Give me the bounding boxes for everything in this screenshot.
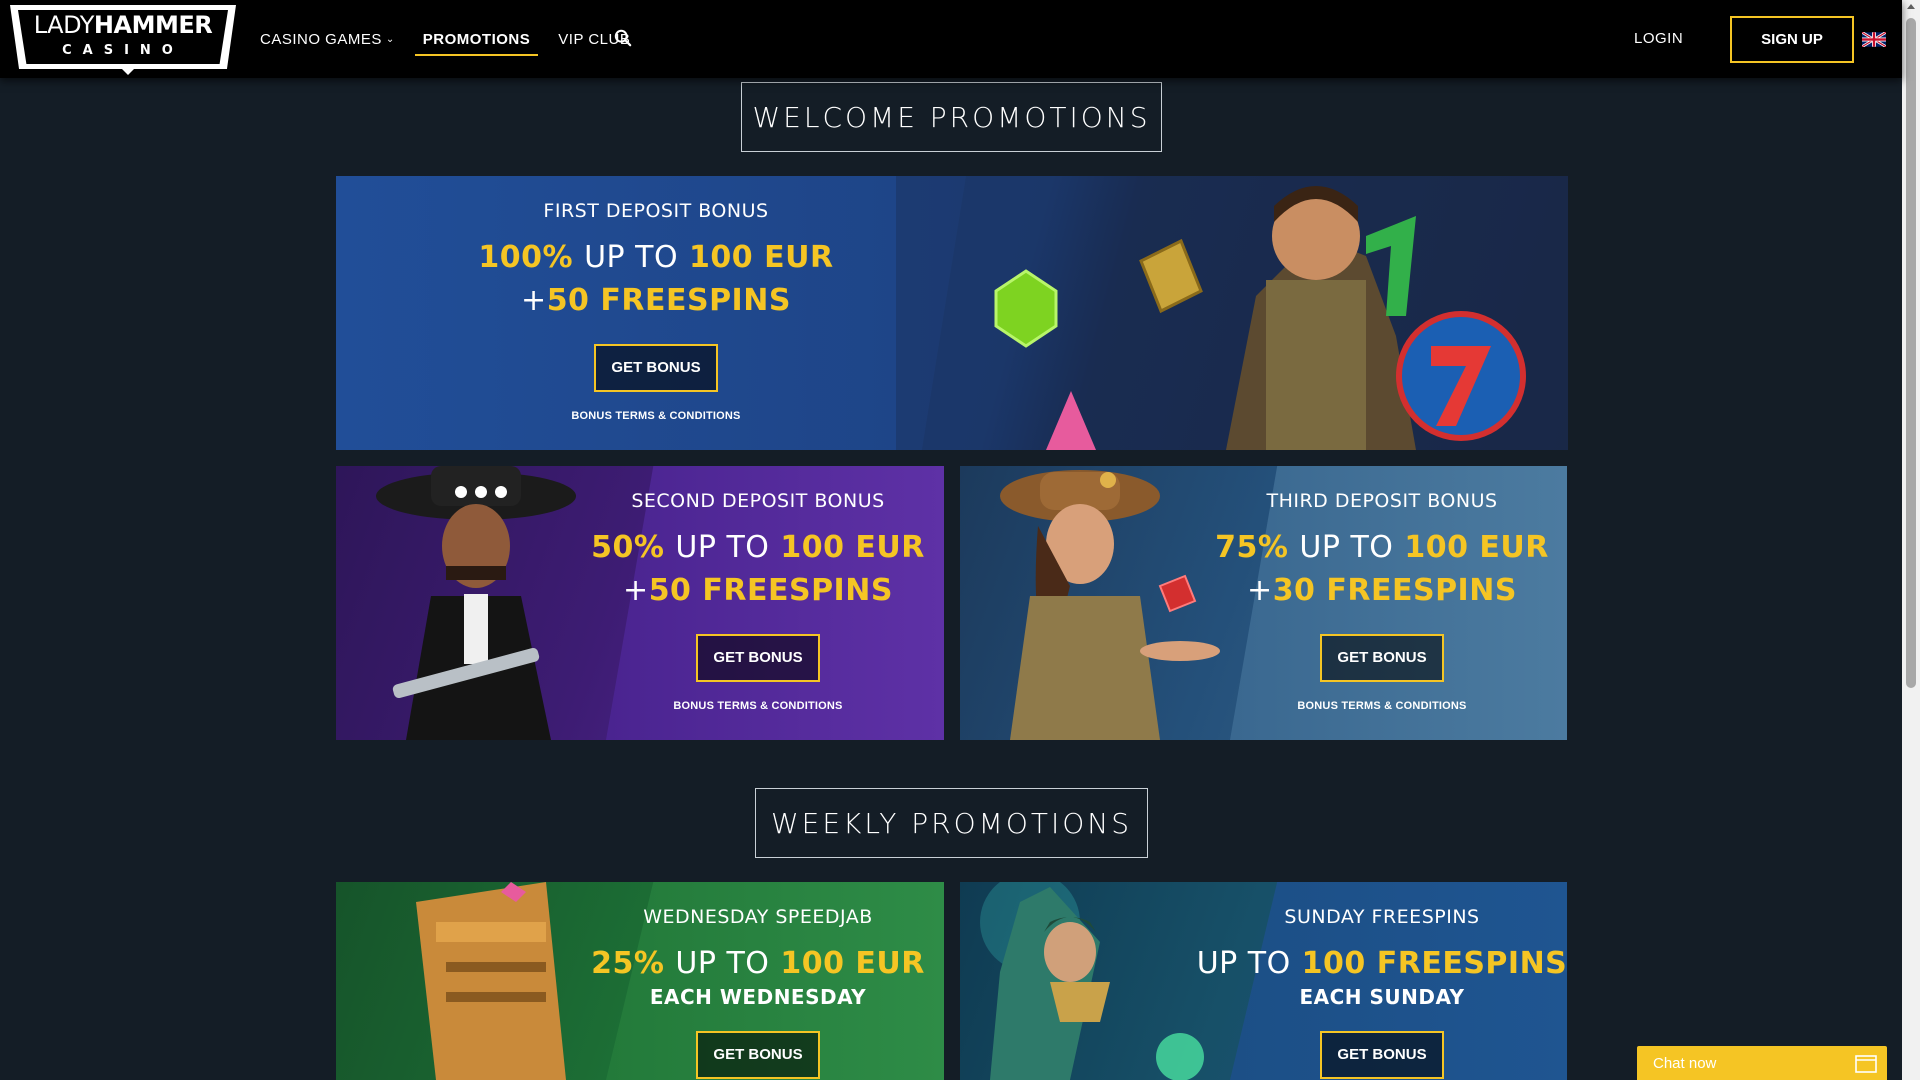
chat-label: Chat now — [1653, 1055, 1717, 1072]
search-icon[interactable] — [614, 29, 632, 47]
promo-offer-line-2: +30 FREESPINS — [1182, 569, 1567, 612]
bonus-terms-link[interactable]: BONUS TERMS & CONDITIONS — [1182, 700, 1567, 712]
promo-up-to: UP TO — [675, 530, 770, 565]
promo-freespins: 30 FREESPINS — [1272, 573, 1517, 608]
login-link[interactable]: LOGIN — [1634, 26, 1683, 52]
promo-up-to: UP TO — [584, 240, 679, 275]
logo-word-lady: LADY — [33, 11, 95, 39]
get-bonus-button[interactable]: GET BONUS — [696, 634, 820, 682]
sign-up-button[interactable]: SIGN UP — [1730, 16, 1854, 63]
get-bonus-button[interactable]: GET BONUS — [594, 344, 718, 392]
promo-amount: 100 EUR — [780, 530, 925, 565]
promo-card-wednesday-speedjab: WEDNESDAY SPEEDJAB 25% UP TO 100 EUR EAC… — [336, 882, 944, 1080]
get-bonus-button[interactable]: GET BONUS — [1320, 634, 1444, 682]
nav-promotions[interactable]: PROMOTIONS — [414, 0, 539, 78]
promo-title: THIRD DEPOSIT BONUS — [1266, 490, 1498, 512]
uk-flag-icon[interactable] — [1862, 32, 1886, 47]
logo-word-hammer: HAMMER — [93, 11, 213, 39]
get-bonus-button[interactable]: GET BONUS — [696, 1031, 820, 1079]
promo-title: FIRST DEPOSIT BONUS — [543, 200, 769, 222]
promo-card-sunday-freespins: SUNDAY FREESPINS UP TO 100 FREESPINS EAC… — [960, 882, 1567, 1080]
promo-up-to: UP TO — [1299, 530, 1394, 565]
promo-offer-line-1: UP TO 100 FREESPINS — [1182, 942, 1567, 985]
promo-card-content: SUNDAY FREESPINS UP TO 100 FREESPINS EAC… — [1182, 906, 1567, 1079]
promo-freespins: 50 FREESPINS — [546, 283, 791, 318]
promo-offer-line-1: 25% UP TO 100 EUR — [558, 942, 944, 985]
promo-up-to: UP TO — [675, 946, 770, 981]
page-scrollbar[interactable] — [1902, 0, 1920, 1080]
promo-offer-line-2: +50 FREESPINS — [396, 279, 916, 322]
promo-card-third-deposit: THIRD DEPOSIT BONUS 75% UP TO 100 EUR +3… — [960, 466, 1567, 740]
scrollbar-thumb[interactable] — [1906, 18, 1916, 688]
promo-amount: 100 EUR — [689, 240, 834, 275]
promo-amount: 100 EUR — [780, 946, 925, 981]
chevron-down-icon: ⌄ — [385, 33, 395, 45]
adventurer-character-illustration — [896, 176, 1568, 450]
promo-plus: + — [623, 573, 649, 608]
promo-freespins: 50 FREESPINS — [648, 573, 893, 608]
promo-schedule: EACH WEDNESDAY — [649, 985, 867, 1009]
promo-offer-line-2: +50 FREESPINS — [558, 569, 944, 612]
promo-title: SUNDAY FREESPINS — [1284, 906, 1480, 928]
promo-card-content: THIRD DEPOSIT BONUS 75% UP TO 100 EUR +3… — [1182, 490, 1567, 712]
nav-casino-games-label: CASINO GAMES — [260, 30, 382, 48]
bonus-terms-link[interactable]: BONUS TERMS & CONDITIONS — [558, 700, 944, 712]
promo-plus: + — [1247, 573, 1273, 608]
promo-card-content: SECOND DEPOSIT BONUS 50% UP TO 100 EUR +… — [558, 490, 944, 712]
logo-pointer — [120, 67, 136, 75]
promo-percent: 50% — [591, 530, 665, 565]
promo-up-to: UP TO — [1196, 946, 1291, 981]
scroll-up-arrow-icon[interactable] — [1907, 4, 1915, 9]
nav-casino-games[interactable]: CASINO GAMES ⌄ — [252, 0, 403, 78]
main-nav: CASINO GAMES ⌄ PROMOTIONS VIP CLUB — [252, 0, 650, 78]
welcome-promotions-heading: WELCOME PROMOTIONS — [741, 82, 1162, 152]
promo-card-first-deposit: FIRST DEPOSIT BONUS 100% UP TO 100 EUR +… — [336, 176, 1568, 450]
promo-plus: + — [521, 283, 547, 318]
promo-percent: 100% — [478, 240, 574, 275]
top-navigation-bar: LADYHAMMER CASINO CASINO GAMES ⌄ PROMOTI… — [0, 0, 1902, 78]
promo-schedule: EACH SUNDAY — [1299, 985, 1465, 1009]
chat-window-icon[interactable] — [1855, 1055, 1877, 1073]
lady-hammer-logo[interactable]: LADYHAMMER CASINO — [10, 5, 236, 75]
promo-card-content: FIRST DEPOSIT BONUS 100% UP TO 100 EUR +… — [396, 200, 916, 422]
weekly-promotions-heading: WEEKLY PROMOTIONS — [755, 788, 1148, 858]
logo-wordmark: LADYHAMMER — [10, 11, 236, 39]
promo-percent: 75% — [1215, 530, 1289, 565]
promo-amount: 100 EUR — [1404, 530, 1549, 565]
chat-widget[interactable]: Chat now — [1637, 1046, 1887, 1080]
promo-offer-line-1: 75% UP TO 100 EUR — [1182, 526, 1567, 569]
promo-percent: 25% — [591, 946, 665, 981]
get-bonus-button[interactable]: GET BONUS — [1320, 1031, 1444, 1079]
promo-offer-line-1: 50% UP TO 100 EUR — [558, 526, 944, 569]
nav-promotions-label: PROMOTIONS — [422, 30, 531, 48]
logo-sub-casino: CASINO — [62, 43, 184, 58]
bonus-terms-link[interactable]: BONUS TERMS & CONDITIONS — [396, 410, 916, 422]
promo-title: WEDNESDAY SPEEDJAB — [643, 906, 873, 928]
promo-offer-line-1: 100% UP TO 100 EUR — [396, 236, 916, 279]
promo-card-content: WEDNESDAY SPEEDJAB 25% UP TO 100 EUR EAC… — [558, 906, 944, 1079]
promo-title: SECOND DEPOSIT BONUS — [631, 490, 885, 512]
promo-card-second-deposit: SECOND DEPOSIT BONUS 50% UP TO 100 EUR +… — [336, 466, 944, 740]
promo-amount: 100 FREESPINS — [1301, 946, 1567, 981]
